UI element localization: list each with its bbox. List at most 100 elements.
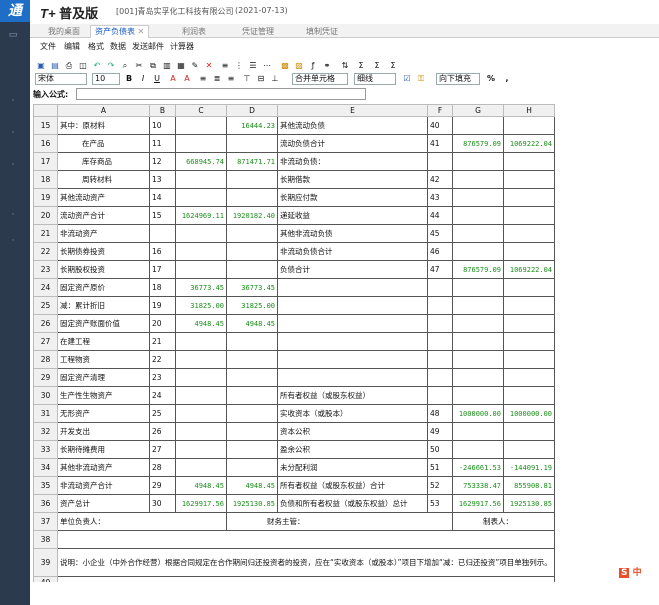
cell-year-end[interactable] xyxy=(175,170,227,189)
cell-year-begin[interactable] xyxy=(226,188,278,207)
cell-liability-year-begin[interactable] xyxy=(502,188,556,207)
cell-year-end[interactable] xyxy=(175,368,227,387)
sum-row-icon[interactable]: Σ xyxy=(388,61,398,71)
sidebar-nav-icon-4[interactable]: · xyxy=(6,210,20,222)
print-icon[interactable]: ⎙ xyxy=(64,61,74,71)
cell-liability-line-no[interactable]: 53 xyxy=(427,494,453,513)
cell-unit-head[interactable]: 单位负责人： xyxy=(57,512,227,531)
check-icon[interactable]: ☑ xyxy=(402,73,412,85)
cell-item[interactable]: 非流动资产 xyxy=(57,224,150,243)
cell-liability-line-no[interactable]: 43 xyxy=(427,188,453,207)
row-number[interactable]: 24 xyxy=(33,278,58,297)
font-color-button[interactable]: A xyxy=(168,73,178,85)
insert-row-icon[interactable]: ≡ xyxy=(220,61,230,71)
sidebar-nav-icon-5[interactable]: · xyxy=(6,236,20,248)
cell-year-end[interactable]: 4948.45 xyxy=(175,476,227,495)
insert-col-icon[interactable]: ⋮ xyxy=(234,61,244,71)
cell-liability-year-end[interactable] xyxy=(452,116,504,135)
cell-year-begin[interactable] xyxy=(226,458,278,477)
format-painter-icon[interactable]: ✎ xyxy=(190,61,200,71)
cell-liability-item[interactable]: 所有者权益（或股东权益）合计 xyxy=(277,476,428,495)
cell-liability-year-end[interactable] xyxy=(452,242,504,261)
cell-item[interactable]: 生产性生物资产 xyxy=(57,386,150,405)
cell-liability-item[interactable] xyxy=(277,368,428,387)
copy-icon[interactable]: ⧉ xyxy=(148,61,158,71)
align-bottom-icon[interactable]: ⊥ xyxy=(270,73,280,85)
font-family-select[interactable]: 宋体 xyxy=(35,73,87,85)
sum-icon[interactable]: Σ xyxy=(356,61,366,71)
cell-liability-item[interactable] xyxy=(277,278,428,297)
cell-line-no[interactable] xyxy=(149,224,176,243)
fill-down-select[interactable]: 向下填充 xyxy=(436,73,480,85)
cell-year-begin[interactable] xyxy=(226,404,278,423)
row-number[interactable]: 34 xyxy=(33,458,58,477)
cell-finance-head[interactable]: 财务主管： xyxy=(226,512,453,531)
cell-line-no[interactable]: 29 xyxy=(149,476,176,495)
cell-year-begin[interactable] xyxy=(226,170,278,189)
cell-liability-item[interactable]: 负债合计 xyxy=(277,260,428,279)
cell-year-begin[interactable]: 871471.71 xyxy=(226,152,278,171)
cell-liability-year-begin[interactable]: 1069222.04 xyxy=(502,134,556,153)
cell-year-begin[interactable]: 31825.00 xyxy=(226,296,278,315)
cell-item[interactable]: 固定资产清理 xyxy=(57,368,150,387)
cell-line-no[interactable]: 17 xyxy=(149,260,176,279)
delete-col-icon[interactable]: ⋯ xyxy=(262,61,272,71)
row-number[interactable]: 38 xyxy=(33,530,58,549)
cell-liability-year-end[interactable] xyxy=(452,422,504,441)
row-number[interactable]: 37 xyxy=(33,512,58,531)
cell-item[interactable]: 长期待摊费用 xyxy=(57,440,150,459)
cell-liability-year-begin[interactable] xyxy=(502,332,556,351)
cell-item[interactable]: 开发支出 xyxy=(57,422,150,441)
menu-data[interactable]: 数据 xyxy=(110,41,126,52)
cell-liability-year-begin[interactable] xyxy=(502,152,556,171)
row-number[interactable]: 20 xyxy=(33,206,58,225)
tab-voucher-entry[interactable]: 填制凭证 xyxy=(302,26,342,38)
cell-liability-year-end[interactable] xyxy=(452,224,504,243)
cell-liability-year-begin[interactable] xyxy=(502,422,556,441)
cell-liability-line-no[interactable] xyxy=(427,368,453,387)
cell-year-begin[interactable] xyxy=(226,368,278,387)
cell-liability-year-begin[interactable]: 1925130.85 xyxy=(502,494,556,513)
cell-item[interactable]: 库存商品 xyxy=(57,152,150,171)
cell-year-end[interactable] xyxy=(175,386,227,405)
cell-year-begin[interactable]: 1925130.85 xyxy=(226,494,278,513)
cell-liability-item[interactable] xyxy=(277,332,428,351)
cell-liability-year-end[interactable] xyxy=(452,440,504,459)
cell-item[interactable]: 固定资产原价 xyxy=(57,278,150,297)
cell-liability-line-no[interactable]: 49 xyxy=(427,422,453,441)
cell-line-no[interactable]: 12 xyxy=(149,152,176,171)
cell-liability-year-begin[interactable] xyxy=(502,368,556,387)
cell-liability-year-end[interactable] xyxy=(452,278,504,297)
cell-liability-year-end[interactable]: 876579.09 xyxy=(452,260,504,279)
chart-icon[interactable]: ▨ xyxy=(294,61,304,71)
cell-liability-line-no[interactable] xyxy=(427,296,453,315)
cell-year-begin[interactable]: 36773.45 xyxy=(226,278,278,297)
cell-year-end[interactable] xyxy=(175,332,227,351)
cell-year-begin[interactable] xyxy=(226,134,278,153)
cell-liability-line-no[interactable]: 50 xyxy=(427,440,453,459)
cell-year-end[interactable]: 1624969.11 xyxy=(175,206,227,225)
cell-liability-year-end[interactable]: 753338.47 xyxy=(452,476,504,495)
cell-liability-line-no[interactable]: 44 xyxy=(427,206,453,225)
cell-year-end[interactable] xyxy=(175,134,227,153)
cell-line-no[interactable]: 28 xyxy=(149,458,176,477)
cell-liability-line-no[interactable]: 48 xyxy=(427,404,453,423)
cell-liability-line-no[interactable] xyxy=(427,278,453,297)
cell-year-end[interactable]: 31825.00 xyxy=(175,296,227,315)
cell-liability-year-begin[interactable] xyxy=(502,278,556,297)
sum-column-icon[interactable]: Σ xyxy=(372,61,382,71)
formula-input[interactable] xyxy=(76,88,366,100)
cell-year-begin[interactable] xyxy=(226,224,278,243)
cell-liability-year-begin[interactable]: 1000000.00 xyxy=(502,404,556,423)
cell-line-no[interactable]: 22 xyxy=(149,350,176,369)
hyperlink-icon[interactable]: ⚭ xyxy=(322,61,332,71)
sidebar-nav-icon-3[interactable]: · xyxy=(6,160,20,172)
cell-line-no[interactable]: 18 xyxy=(149,278,176,297)
menu-file[interactable]: 文件 xyxy=(40,41,56,52)
cell-liability-year-end[interactable] xyxy=(452,296,504,315)
cell-item[interactable]: 减：累计折旧 xyxy=(57,296,150,315)
cell-line-no[interactable]: 11 xyxy=(149,134,176,153)
tab-income-statement[interactable]: 利润表 xyxy=(178,26,210,38)
cell-year-end[interactable] xyxy=(175,188,227,207)
tab-voucher-management[interactable]: 凭证管理 xyxy=(238,26,278,38)
